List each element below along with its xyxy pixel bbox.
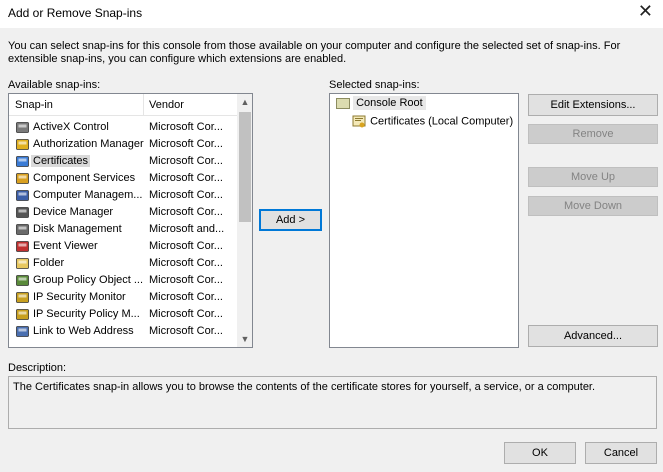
description-label: Description: (8, 362, 67, 374)
close-icon[interactable]: ✕ (638, 2, 653, 22)
certificates-icon (352, 115, 366, 128)
available-snapins-list[interactable]: Snap-in Vendor ActiveX Control Microsoft … (8, 93, 253, 348)
move-up-button[interactable]: Move Up (528, 167, 658, 187)
window-title: Add or Remove Snap-ins (8, 6, 143, 20)
list-item[interactable]: IP Security Policy M... Microsoft Cor... (9, 306, 237, 323)
scroll-down-icon[interactable]: ▼ (237, 331, 252, 347)
selected-snapins-label: Selected snap-ins: (329, 79, 420, 91)
computer-management-icon (15, 188, 30, 203)
event-viewer-icon (15, 239, 30, 254)
component-services-icon (15, 171, 30, 186)
snapin-vendor: Microsoft Cor... (149, 155, 223, 167)
vertical-scrollbar[interactable]: ▲ ▼ (237, 94, 252, 347)
tree-node-certificates[interactable]: Certificates (Local Computer) (352, 114, 513, 129)
link-icon (15, 324, 30, 339)
remove-button[interactable]: Remove (528, 124, 658, 144)
snapin-name: Computer Managem... (33, 189, 143, 201)
snapin-vendor: Microsoft Cor... (149, 325, 223, 337)
snapin-name: Authorization Manager (33, 138, 144, 150)
add-button[interactable]: Add > (259, 209, 322, 231)
disk-management-icon (15, 222, 30, 237)
snapin-name: Disk Management (33, 223, 122, 235)
tree-node-console-root[interactable]: Console Root (336, 96, 426, 110)
snapin-vendor: Microsoft Cor... (149, 121, 223, 133)
list-item[interactable]: ActiveX Control Microsoft Cor... (9, 119, 237, 136)
device-manager-icon (15, 205, 30, 220)
list-item[interactable]: Link to Web Address Microsoft Cor... (9, 323, 237, 340)
snapin-vendor: Microsoft Cor... (149, 274, 223, 286)
list-item[interactable]: Folder Microsoft Cor... (9, 255, 237, 272)
ip-security-policy-icon (15, 307, 30, 322)
snapin-vendor: Microsoft Cor... (149, 257, 223, 269)
certificates-icon (15, 154, 30, 169)
tree-node-label: Console Root (353, 96, 426, 110)
advanced-button[interactable]: Advanced... (528, 325, 658, 347)
list-item[interactable]: Disk Management Microsoft and... (9, 221, 237, 238)
list-item[interactable]: Group Policy Object ... Microsoft Cor... (9, 272, 237, 289)
authorization-icon (15, 137, 30, 152)
available-snapins-label: Available snap-ins: (8, 79, 101, 91)
edit-extensions-button[interactable]: Edit Extensions... (528, 94, 658, 116)
ip-security-icon (15, 290, 30, 305)
column-header-vendor[interactable]: Vendor (149, 99, 184, 111)
list-item[interactable]: Event Viewer Microsoft Cor... (9, 238, 237, 255)
group-policy-icon (15, 273, 30, 288)
list-item[interactable]: Authorization Manager Microsoft Cor... (9, 136, 237, 153)
snapin-vendor: Microsoft and... (149, 223, 225, 235)
snapin-name: Folder (33, 257, 65, 269)
intro-text: You can select snap-ins for this console… (8, 40, 621, 65)
snapin-name: Component Services (33, 172, 136, 184)
snapin-vendor: Microsoft Cor... (149, 240, 223, 252)
snapin-name: IP Security Monitor (33, 291, 126, 303)
list-item[interactable]: Certificates Microsoft Cor... (9, 153, 237, 170)
snapin-name: ActiveX Control (33, 121, 109, 133)
list-header: Snap-in Vendor (9, 94, 237, 116)
snapin-vendor: Microsoft Cor... (149, 189, 223, 201)
move-down-button[interactable]: Move Down (528, 196, 658, 216)
column-header-snapin[interactable]: Snap-in (15, 99, 53, 111)
folder-icon (15, 256, 30, 271)
snapin-name: Certificates (31, 155, 91, 167)
selected-snapins-tree[interactable]: Console Root Certificates (Local Compute… (329, 93, 519, 348)
description-box: The Certificates snap-in allows you to b… (8, 376, 657, 429)
folder-icon (336, 97, 350, 109)
snapin-name: Link to Web Address (33, 325, 134, 337)
snapin-vendor: Microsoft Cor... (149, 172, 223, 184)
activex-icon (15, 120, 30, 135)
snapin-vendor: Microsoft Cor... (149, 138, 223, 150)
list-item[interactable]: IP Security Monitor Microsoft Cor... (9, 289, 237, 306)
list-item[interactable]: Computer Managem... Microsoft Cor... (9, 187, 237, 204)
scroll-up-icon[interactable]: ▲ (237, 94, 252, 110)
ok-button[interactable]: OK (504, 442, 576, 464)
snapin-vendor: Microsoft Cor... (149, 206, 223, 218)
snapin-name: Event Viewer (33, 240, 98, 252)
list-item[interactable]: Device Manager Microsoft Cor... (9, 204, 237, 221)
snapin-vendor: Microsoft Cor... (149, 308, 223, 320)
snapin-name: Group Policy Object ... (33, 274, 144, 286)
column-divider[interactable] (143, 94, 144, 116)
list-item[interactable]: Component Services Microsoft Cor... (9, 170, 237, 187)
snapin-name: Device Manager (33, 206, 114, 218)
snapin-vendor: Microsoft Cor... (149, 291, 223, 303)
scroll-thumb[interactable] (239, 112, 251, 222)
description-text: The Certificates snap-in allows you to b… (13, 381, 596, 393)
snapin-name: IP Security Policy M... (33, 308, 140, 320)
cancel-button[interactable]: Cancel (585, 442, 657, 464)
tree-node-label: Certificates (Local Computer) (370, 115, 514, 128)
